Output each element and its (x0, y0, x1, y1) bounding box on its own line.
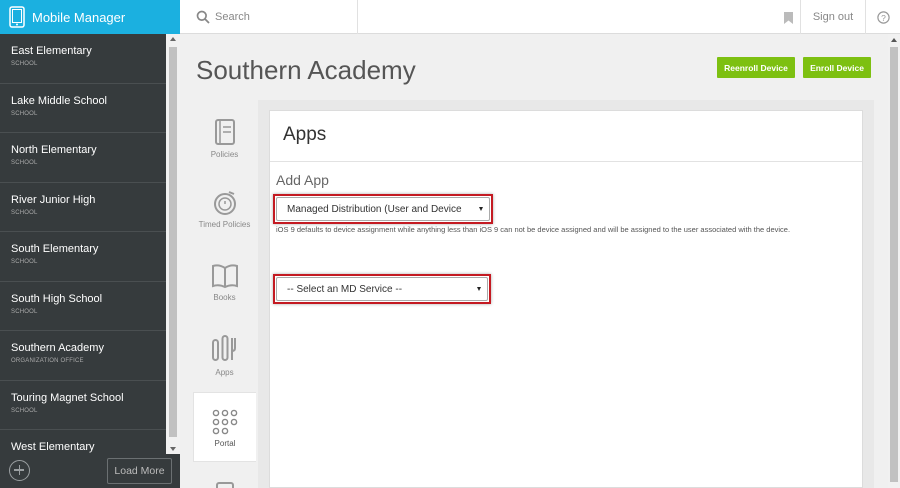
school-item-east-elementary[interactable]: East Elementary SCHOOL (0, 34, 166, 84)
search-box[interactable]: Search (180, 0, 358, 34)
device-icon (193, 480, 256, 488)
school-name: Southern Academy (11, 342, 104, 354)
sidebar: East Elementary SCHOOL Lake Middle Schoo… (0, 34, 180, 488)
school-item-south-high-school[interactable]: South High School SCHOOL (0, 282, 166, 331)
enroll-device-button[interactable]: Enroll Device (803, 57, 871, 78)
school-type: SCHOOL (11, 209, 38, 216)
sign-out-link[interactable]: Sign out (800, 0, 866, 34)
school-item-south-elementary[interactable]: South Elementary SCHOOL (0, 232, 166, 282)
page-title: Southern Academy (196, 55, 416, 85)
scroll-down-arrow-icon[interactable] (170, 447, 176, 451)
school-name: East Elementary (11, 45, 92, 57)
highlight-box (273, 194, 493, 224)
page-scrollbar[interactable] (888, 34, 900, 488)
help-icon: ? (877, 11, 890, 29)
school-name: Lake Middle School (11, 94, 108, 107)
school-name: West Elementary (11, 441, 95, 453)
apps-icon (193, 334, 256, 366)
school-type: SCHOOL (11, 110, 38, 117)
tab-more[interactable] (193, 480, 256, 488)
tab-label: Apps (215, 368, 234, 377)
timer-icon (193, 190, 256, 218)
svg-text:?: ? (881, 13, 886, 23)
top-bar: Search Sign out ? (180, 0, 900, 34)
tab-label: Policies (210, 150, 239, 159)
app-title: Mobile Manager (32, 10, 126, 25)
school-type: SCHOOL (11, 259, 38, 265)
sidebar-footer: Load More (0, 454, 180, 488)
scroll-thumb[interactable] (169, 47, 177, 437)
book-icon (193, 263, 256, 291)
school-item-lake-middle-school[interactable]: Lake Middle School SCHOOL (0, 84, 166, 133)
tab-policies[interactable]: Policies (193, 118, 256, 168)
school-item-touring-magnet-school[interactable]: Touring Magnet School SCHOOL (0, 381, 166, 430)
school-item-river-junior-high[interactable]: River Junior High SCHOOL (0, 183, 166, 232)
help-button[interactable]: ? (866, 0, 900, 34)
school-item-north-elementary[interactable]: North Elementary SCHOOL (0, 133, 166, 183)
add-app-heading: Add App (276, 172, 329, 188)
helper-text: iOS 9 defaults to device assignment whil… (276, 225, 791, 234)
load-more-button[interactable]: Load More (107, 458, 172, 484)
phone-icon (9, 6, 25, 33)
grid-icon (194, 409, 256, 437)
tab-apps[interactable]: Apps (193, 334, 256, 382)
highlight-box (273, 274, 491, 304)
app-root: Mobile Manager Search Sign out ? East El… (0, 0, 900, 488)
tab-label: Portal (214, 439, 236, 448)
school-name: North Elementary (11, 144, 97, 156)
scroll-up-arrow-icon[interactable] (891, 38, 897, 42)
scroll-up-arrow-icon[interactable] (170, 37, 176, 41)
apps-panel: Apps Add App Managed Distribution (User … (269, 110, 863, 488)
school-name: Touring Magnet School (11, 391, 124, 404)
tab-label: Timed Policies (198, 220, 251, 229)
tab-timed-policies[interactable]: Timed Policies (193, 190, 256, 240)
panel-title: Apps (283, 124, 327, 145)
tab-label: Books (213, 293, 236, 302)
tab-portal[interactable]: Portal (193, 392, 256, 462)
school-type: ORGANIZATION OFFICE (11, 358, 84, 364)
bookmark-button[interactable] (775, 0, 800, 34)
school-name: River Junior High (11, 193, 96, 206)
school-type: SCHOOL (11, 407, 38, 414)
policies-icon (193, 118, 256, 148)
school-item-southern-academy[interactable]: Southern Academy ORGANIZATION OFFICE (0, 331, 166, 381)
divider (270, 161, 862, 162)
section-tabs: Policies Timed Policies Books Apps Porta… (193, 100, 258, 488)
content-area: Apps Add App Managed Distribution (User … (258, 100, 874, 488)
search-icon (196, 10, 210, 29)
brand-bar[interactable]: Mobile Manager (0, 0, 180, 34)
school-type: SCHOOL (11, 61, 38, 67)
reenroll-device-button[interactable]: Reenroll Device (717, 57, 795, 78)
tab-books[interactable]: Books (193, 263, 256, 308)
bookmark-icon (784, 11, 793, 29)
school-type: SCHOOL (11, 308, 38, 315)
scroll-thumb[interactable] (890, 47, 898, 482)
school-name: South High School (11, 292, 103, 305)
school-type: SCHOOL (11, 160, 38, 166)
sidebar-scrollbar[interactable] (166, 34, 180, 454)
add-circle-icon[interactable] (9, 460, 30, 481)
school-name: South Elementary (11, 243, 99, 255)
school-item-west-elementary[interactable]: West Elementary (0, 430, 166, 454)
search-placeholder: Search (215, 11, 250, 23)
school-list: East Elementary SCHOOL Lake Middle Schoo… (0, 34, 166, 454)
